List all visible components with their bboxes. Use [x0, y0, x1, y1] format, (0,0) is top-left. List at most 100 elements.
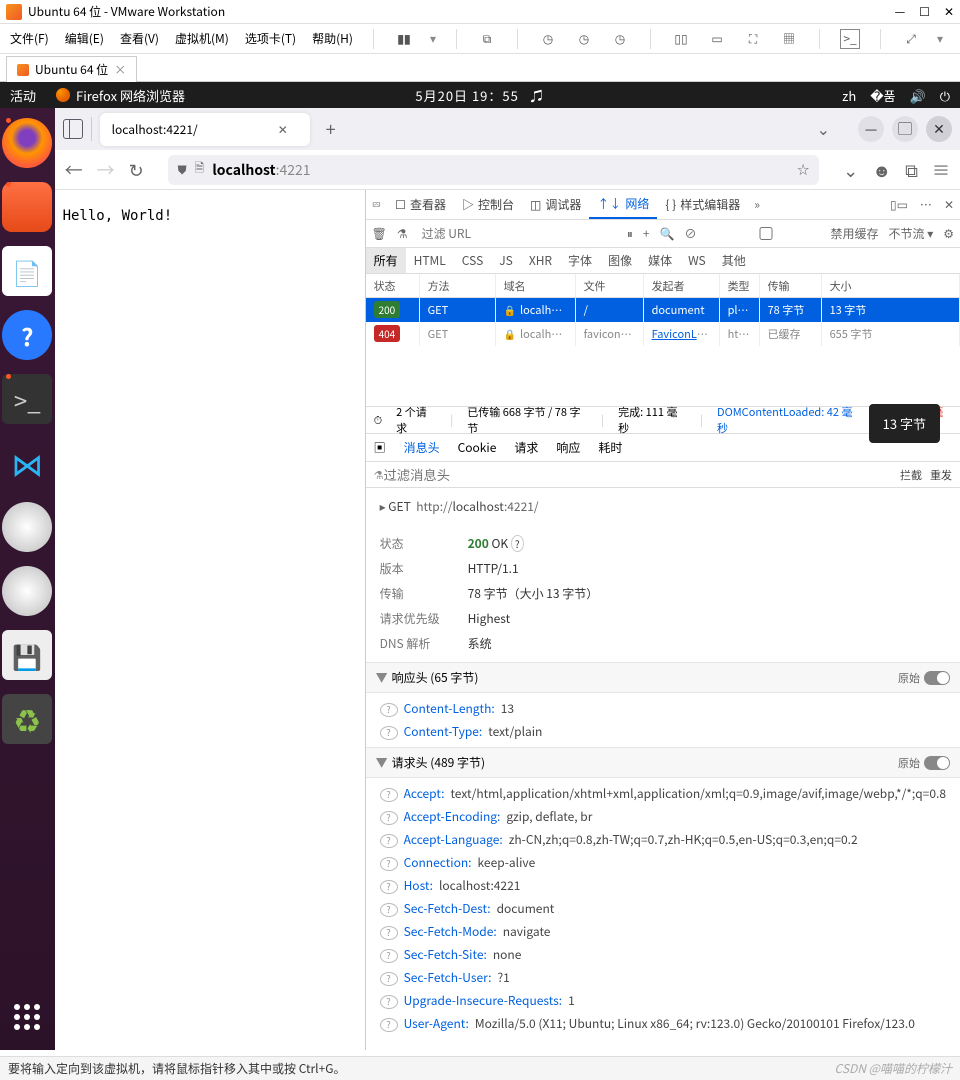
new-tab-button[interactable]: +	[318, 116, 344, 142]
network-icon[interactable]: �품	[870, 86, 895, 105]
pocket-icon[interactable]: ⌄	[843, 157, 858, 183]
dock-files-icon[interactable]	[2, 182, 52, 232]
clock1-icon[interactable]: ◷	[538, 29, 558, 49]
layout1-icon[interactable]: ▯▯	[671, 29, 691, 49]
filter-font[interactable]: 字体	[560, 248, 600, 273]
back-button[interactable]: ←	[65, 157, 83, 183]
tab-console[interactable]: ▷ 控制台	[454, 190, 522, 219]
minimize-button[interactable]: —	[894, 3, 905, 20]
response-headers-section[interactable]: ▼响应头 (65 字节) 原始	[366, 662, 960, 693]
sidebar-toggle-icon[interactable]	[63, 119, 83, 139]
site-info-icon[interactable]: 🗎	[195, 159, 205, 180]
tab-close-icon[interactable]: ✕	[278, 121, 288, 138]
menu-edit[interactable]: 编辑(E)	[65, 30, 104, 47]
menu-view[interactable]: 查看(V)	[120, 30, 159, 47]
close-button[interactable]: ✕	[944, 3, 954, 20]
settings-gear-icon[interactable]: ⚙	[943, 225, 954, 242]
raw-toggle2[interactable]	[924, 756, 950, 770]
throttle-select[interactable]: 不节流 ▾	[889, 225, 934, 242]
menu-tabs[interactable]: 选项卡(T)	[245, 30, 296, 47]
menu-vm[interactable]: 虚拟机(M)	[175, 30, 229, 47]
filter-css[interactable]: CSS	[454, 248, 491, 273]
filter-ws[interactable]: WS	[680, 248, 714, 273]
ff-minimize-button[interactable]: —	[858, 116, 884, 142]
clock2-icon[interactable]: ◷	[574, 29, 594, 49]
bookmark-star-icon[interactable]: ☆	[797, 161, 809, 178]
volume-icon[interactable]: 🔊	[910, 86, 926, 105]
tab-inspector[interactable]: ☐ 查看器	[387, 190, 454, 219]
block-icon[interactable]: ⊘	[684, 225, 696, 242]
intercept-button[interactable]: 拦截	[900, 467, 922, 483]
dock-disc2-icon[interactable]	[2, 566, 52, 616]
extensions-icon[interactable]: ⧉	[905, 157, 918, 183]
dock-trash-icon[interactable]: ♻	[2, 694, 52, 744]
details-toggle-icon[interactable]: ▣	[374, 439, 386, 456]
filter-all[interactable]: 所有	[366, 248, 406, 273]
filter-other[interactable]: 其他	[714, 248, 754, 273]
tab-headers[interactable]: 消息头	[404, 439, 440, 456]
filter-img[interactable]: 图像	[600, 248, 640, 273]
datetime[interactable]: 5月20日 19：55 ♫	[415, 86, 544, 105]
tab-overflow-icon[interactable]: ⌄	[817, 116, 830, 142]
layout4-icon[interactable]: ▦	[779, 29, 799, 49]
console-icon[interactable]: >_	[840, 29, 860, 49]
dock-docs-icon[interactable]: 📄	[2, 246, 52, 296]
dock-vscode-icon[interactable]: ⋈	[2, 438, 52, 488]
filter-js[interactable]: JS	[491, 248, 521, 273]
tab-cookies[interactable]: Cookie	[458, 439, 497, 456]
filter-xhr[interactable]: XHR	[521, 248, 560, 273]
devtools-close-icon[interactable]: ✕	[938, 196, 960, 213]
dock-firefox-icon[interactable]	[2, 118, 52, 168]
clear-icon[interactable]: 🗑	[372, 225, 387, 242]
dock-drive-icon[interactable]: 💾	[2, 630, 52, 680]
reload-button[interactable]: ↻	[129, 157, 144, 183]
more-tabs-icon[interactable]: »	[748, 196, 766, 213]
tab-timing[interactable]: 耗时	[598, 439, 622, 456]
resend-button[interactable]: 重发	[930, 467, 952, 483]
table-row[interactable]: 404 GET 🔒localho... favicon.ico FaviconL…	[366, 322, 960, 346]
tab-debugger[interactable]: ◫ 调试器	[522, 190, 589, 219]
activities-button[interactable]: 活动	[10, 86, 36, 105]
request-headers-section[interactable]: ▼请求头 (489 字节) 原始	[366, 747, 960, 778]
maximize-button[interactable]: ☐	[919, 3, 930, 20]
disable-cache-checkbox[interactable]: 禁用缓存	[706, 225, 878, 242]
vm-tab[interactable]: Ubuntu 64 位 ×	[6, 56, 137, 82]
ff-maximize-button[interactable]: ▢	[892, 116, 918, 142]
account-icon[interactable]: ☻	[872, 157, 891, 183]
table-row[interactable]: 200 GET 🔒localho... / document plain 78 …	[366, 298, 960, 322]
shield-icon[interactable]: ⛊	[178, 161, 187, 178]
filter-url-input[interactable]	[418, 223, 538, 244]
forward-button[interactable]: →	[97, 157, 115, 183]
tab-style[interactable]: { } 样式编辑器	[657, 190, 748, 219]
menu-file[interactable]: 文件(F)	[10, 30, 49, 47]
tab-request[interactable]: 请求	[514, 439, 538, 456]
dock-apps-grid-icon[interactable]	[14, 1004, 40, 1030]
stopwatch-icon[interactable]: ⏱	[374, 412, 383, 428]
responsive-icon[interactable]: ▯▭	[884, 196, 914, 213]
tab-network[interactable]: ↑↓ 网络	[589, 190, 657, 219]
add-icon[interactable]: +	[643, 225, 650, 242]
url-bar[interactable]: ⛊ 🗎 localhost:4221 ☆	[168, 155, 819, 185]
snapshot-icon[interactable]: ⧉	[477, 29, 497, 49]
vm-tab-close-icon[interactable]: ×	[114, 61, 126, 78]
clock3-icon[interactable]: ◷	[610, 29, 630, 49]
dock-help-icon[interactable]: ?	[2, 310, 52, 360]
browser-tab[interactable]: localhost:4221/ ✕	[100, 113, 310, 146]
ff-close-button[interactable]: ✕	[926, 116, 952, 142]
fullscreen-icon[interactable]: ⤢	[901, 29, 921, 49]
layout2-icon[interactable]: ▭	[707, 29, 727, 49]
search-icon[interactable]: 🔍	[660, 225, 675, 242]
dock-disc1-icon[interactable]	[2, 502, 52, 552]
raw-toggle[interactable]	[924, 671, 950, 685]
pause-icon[interactable]: ▮▮	[394, 29, 414, 49]
layout3-icon[interactable]: ⛶	[743, 29, 763, 49]
filter-media[interactable]: 媒体	[640, 248, 680, 273]
dock-side-icon[interactable]: ⮹	[366, 196, 388, 213]
pause-record-icon[interactable]: ⏸	[627, 225, 633, 242]
menu-help[interactable]: 帮助(H)	[312, 30, 353, 47]
lang-indicator[interactable]: zh	[842, 86, 856, 105]
more-icon[interactable]: ⋯	[914, 196, 938, 213]
app-menu-icon[interactable]: ≡	[932, 157, 950, 183]
power-icon[interactable]: ⏻	[940, 86, 950, 105]
filter-headers-input[interactable]	[383, 465, 892, 484]
